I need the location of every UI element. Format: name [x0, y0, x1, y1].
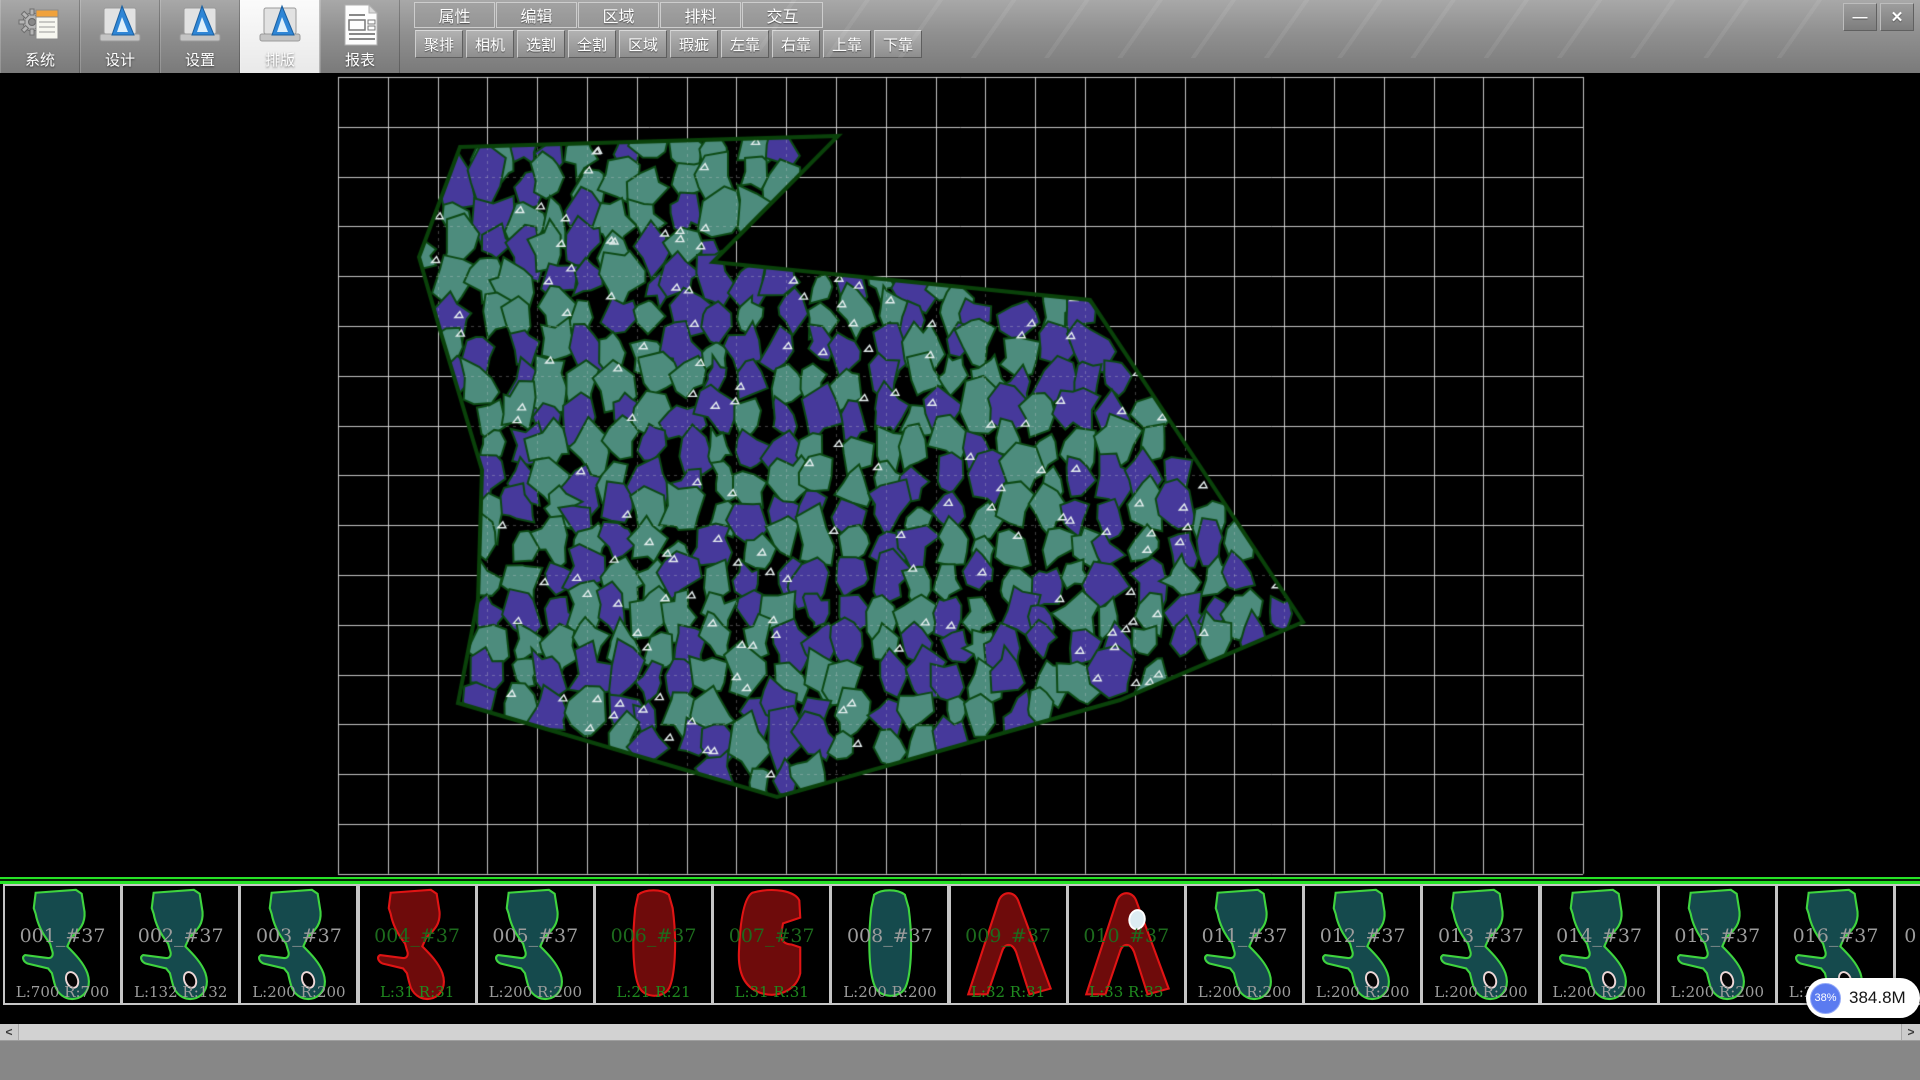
- app-button-label: 排版: [265, 49, 295, 70]
- thumbnail-cell-13[interactable]: 013_#37 L:200 R:200: [1421, 884, 1540, 1005]
- piece-title: 013_#37: [1423, 925, 1538, 947]
- piece-lr-count: L:200 R:200: [478, 983, 593, 1001]
- thumbnail-cell-10[interactable]: 010_#37 L:33 R:33: [1067, 884, 1186, 1005]
- thumbnail-cell-2[interactable]: 002_#37 L:132 R:132: [121, 884, 240, 1005]
- piece-title: 0: [1896, 925, 1920, 947]
- thumbnail-cell-1[interactable]: 001_#37 L:700 R:700: [3, 884, 122, 1005]
- scroll-left-arrow-icon[interactable]: <: [0, 1024, 19, 1040]
- piece-title: 015_#37: [1660, 925, 1775, 947]
- close-button[interactable]: ✕: [1880, 3, 1914, 31]
- piece-title: 009_#37: [951, 925, 1066, 947]
- piece-lr-count: L:700 R:700: [5, 983, 120, 1001]
- status-bar: [0, 1040, 1920, 1080]
- app-button-label: 系统: [25, 49, 55, 70]
- app-button-report[interactable]: 报表: [320, 0, 400, 73]
- app-button-settings[interactable]: 设置: [160, 0, 240, 73]
- piece-lr-count: L:200 R:200: [1660, 983, 1775, 1001]
- horizontal-scrollbar[interactable]: < >: [0, 1024, 1920, 1040]
- piece-title: 008_#37: [832, 925, 947, 947]
- piece-lr-count: L:200 R:200: [1187, 983, 1302, 1001]
- piece-title: 010_#37: [1069, 925, 1184, 947]
- ruler-icon: [177, 3, 223, 47]
- app-button-system[interactable]: 系统: [0, 0, 80, 73]
- menu-row: 属性编辑区域排料交互: [414, 2, 824, 28]
- thumbnail-cell-7[interactable]: 007_#37 L:31 R:31: [712, 884, 831, 1005]
- tool-button-select-cut[interactable]: 选割: [517, 30, 565, 58]
- piece-title: 004_#37: [360, 925, 475, 947]
- piece-lr-count: L:31 R:31: [360, 983, 475, 1001]
- tool-button-snap-up[interactable]: 上靠: [823, 30, 871, 58]
- thumbnail-cell-11[interactable]: 011_#37 L:200 R:200: [1185, 884, 1304, 1005]
- piece-thumbnail-strip: 001_#37L:700 R:700002_#37L:132 R:132003_…: [0, 884, 1920, 1005]
- tool-button-camera[interactable]: 相机: [466, 30, 514, 58]
- piece-lr-count: L:200 R:200: [1305, 983, 1420, 1001]
- window-controls: — ✕: [1843, 3, 1914, 31]
- thumbnail-cell-3[interactable]: 003_#37 L:200 R:200: [239, 884, 358, 1005]
- size-label: 384.8M: [1849, 988, 1906, 1008]
- tool-button-snap-left[interactable]: 左靠: [721, 30, 769, 58]
- strip-separator: [0, 877, 1920, 884]
- menu-tab-region[interactable]: 区域: [578, 2, 659, 28]
- tool-button-cluster-nest[interactable]: 聚排: [415, 30, 463, 58]
- piece-title: 001_#37: [5, 925, 120, 947]
- minimize-button[interactable]: —: [1843, 3, 1877, 31]
- app-button-label: 设置: [185, 49, 215, 70]
- thumbnail-cell-12[interactable]: 012_#37 L:200 R:200: [1303, 884, 1422, 1005]
- menu-tab-edit[interactable]: 编辑: [496, 2, 577, 28]
- tool-button-defect[interactable]: 瑕疵: [670, 30, 718, 58]
- thumbnail-cell-9[interactable]: 009_#37 L:32 R:31: [949, 884, 1068, 1005]
- piece-title: 007_#37: [714, 925, 829, 947]
- thumbnail-cell-5[interactable]: 005_#37 L:200 R:200: [476, 884, 595, 1005]
- gear-icon: [17, 3, 63, 47]
- piece-lr-count: L:132 R:132: [123, 983, 238, 1001]
- thumbnail-cell-8[interactable]: 008_#37 L:200 R:200: [830, 884, 949, 1005]
- piece-lr-count: L:200 R:200: [1423, 983, 1538, 1001]
- tool-button-snap-down[interactable]: 下靠: [874, 30, 922, 58]
- piece-lr-count: L:21 R:21: [596, 983, 711, 1001]
- tool-row: 聚排相机选割全割区域瑕疵左靠右靠上靠下靠: [415, 30, 925, 58]
- piece-title: 012_#37: [1305, 925, 1420, 947]
- thumbnail-cell-14[interactable]: 014_#37 L:200 R:200: [1540, 884, 1659, 1005]
- piece-title: 006_#37: [596, 925, 711, 947]
- piece-lr-count: L:33 R:33: [1069, 983, 1184, 1001]
- piece-lr-count: L:31 R:31: [714, 983, 829, 1001]
- tool-button-region[interactable]: 区域: [619, 30, 667, 58]
- menu-tab-interact[interactable]: 交互: [742, 2, 823, 28]
- piece-lr-count: L:200 R:200: [832, 983, 947, 1001]
- piece-title: 003_#37: [241, 925, 356, 947]
- app-button-label: 报表: [345, 49, 375, 70]
- progress-badge[interactable]: 38% 384.8M: [1806, 978, 1920, 1018]
- app-toolbar: 系统 设计 设置 排版 报表: [0, 0, 400, 73]
- thumbnail-cell-15[interactable]: 015_#37 L:200 R:200: [1658, 884, 1777, 1005]
- app-button-label: 设计: [105, 49, 135, 70]
- thumbnail-cell-4[interactable]: 004_#37 L:31 R:31: [358, 884, 477, 1005]
- tool-button-snap-right[interactable]: 右靠: [772, 30, 820, 58]
- piece-title: 016_#37: [1778, 925, 1893, 947]
- report-icon: [337, 3, 383, 47]
- tool-button-cut-all[interactable]: 全割: [568, 30, 616, 58]
- app-button-layout[interactable]: 排版: [240, 0, 320, 73]
- menu-tab-nesting[interactable]: 排料: [660, 2, 741, 28]
- piece-lr-count: L:200 R:200: [241, 983, 356, 1001]
- app-window: 系统 设计 设置 排版 报表 属性编辑区域排料交互 聚排相机选割全割区域瑕疵左靠…: [0, 0, 1920, 1080]
- progress-percent-circle: 38%: [1810, 983, 1841, 1014]
- menu-tab-properties[interactable]: 属性: [414, 2, 495, 28]
- ribbon: 系统 设计 设置 排版 报表 属性编辑区域排料交互 聚排相机选割全割区域瑕疵左靠…: [0, 0, 1920, 74]
- thumbnail-cell-6[interactable]: 006_#37 L:21 R:21: [594, 884, 713, 1005]
- piece-lr-count: L:200 R:200: [1542, 983, 1657, 1001]
- app-button-design[interactable]: 设计: [80, 0, 160, 73]
- ruler-icon: [257, 3, 303, 47]
- piece-title: 002_#37: [123, 925, 238, 947]
- piece-lr-count: L:32 R:31: [951, 983, 1066, 1001]
- piece-title: 014_#37: [1542, 925, 1657, 947]
- scroll-right-arrow-icon[interactable]: >: [1901, 1024, 1920, 1040]
- ruler-icon: [97, 3, 143, 47]
- piece-title: 011_#37: [1187, 925, 1302, 947]
- piece-title: 005_#37: [478, 925, 593, 947]
